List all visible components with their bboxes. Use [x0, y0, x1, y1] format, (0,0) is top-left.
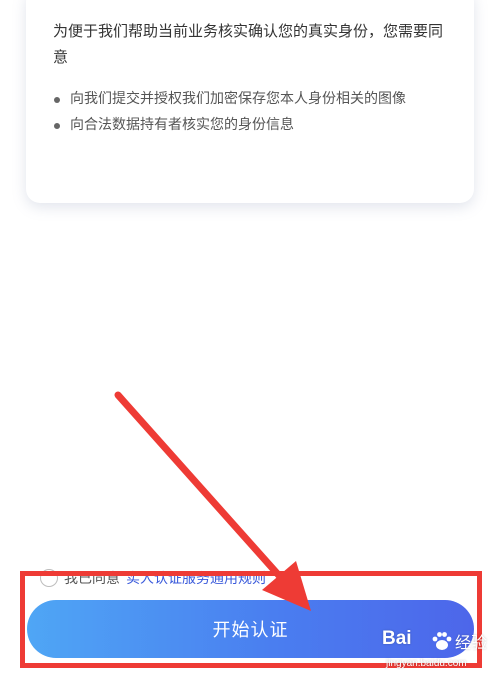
watermark-brand-cn: 经验	[455, 633, 488, 652]
baidu-paw-icon	[432, 632, 452, 650]
consent-item-text: 向合法数据持有者核实您的身份信息	[70, 117, 294, 133]
agreement-link[interactable]: 实人认证服务通用规则	[126, 568, 266, 588]
consent-list: 向我们提交并授权我们加密保存您本人身份相关的图像 向合法数据持有者核实您的身份信…	[53, 86, 450, 138]
consent-item-text: 向我们提交并授权我们加密保存您本人身份相关的图像	[70, 91, 406, 107]
agreement-row: 我已同意 实人认证服务通用规则	[40, 566, 266, 590]
consent-list-item: 向我们提交并授权我们加密保存您本人身份相关的图像	[53, 86, 450, 112]
watermark-brand: Bai	[382, 628, 412, 649]
agree-prefix-text: 我已同意	[64, 571, 120, 587]
baidu-jingyan-watermark: Bai 经验 jingyan.baidu.com	[382, 626, 498, 680]
bullet-icon	[54, 97, 60, 103]
bullet-icon	[54, 123, 60, 129]
consent-card: 为便于我们帮助当前业务核实确认您的真实身份，您需要同意 向我们提交并授权我们加密…	[26, 0, 474, 203]
consent-intro: 为便于我们帮助当前业务核实确认您的真实身份，您需要同意	[53, 22, 444, 66]
agree-radio[interactable]	[40, 569, 58, 587]
consent-list-item: 向合法数据持有者核实您的身份信息	[53, 112, 450, 138]
watermark-url: jingyan.baidu.com	[386, 658, 467, 669]
